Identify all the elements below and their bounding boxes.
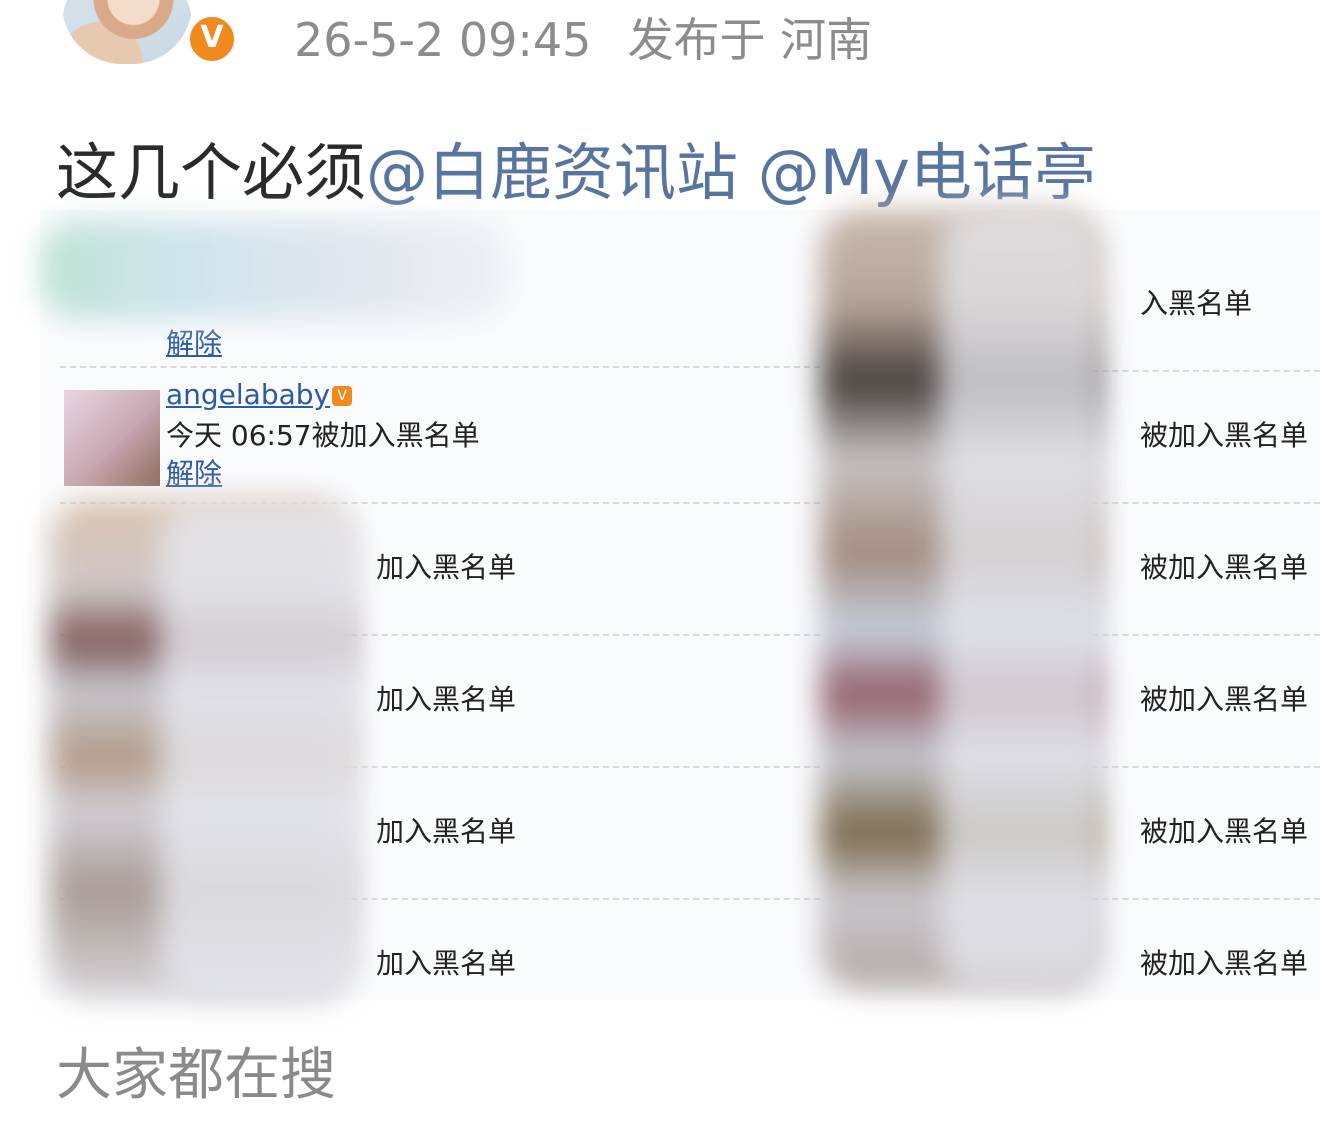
mention-spacer [738, 136, 758, 209]
user-avatar[interactable] [64, 390, 160, 486]
privacy-blur [940, 210, 1100, 990]
blacklist-status: 加入黑名单 [376, 947, 517, 980]
blacklist-row: angelababy V 今天 06:57被加入黑名单 解除 [60, 372, 820, 504]
blacklist-status: 加入黑名单 [376, 551, 517, 584]
post-timestamp: 26-5-2 09:45 [294, 13, 592, 67]
trending-searches-title[interactable]: 大家都在搜 [56, 1030, 336, 1111]
blacklist-status: 被加入黑名单 [1140, 419, 1309, 452]
blacklist-status: 被加入黑名单 [1140, 815, 1309, 848]
author-avatar[interactable] [62, 0, 192, 64]
privacy-blur [160, 500, 360, 1000]
user-name-link[interactable]: angelababy V [166, 378, 353, 411]
privacy-blur [40, 220, 510, 320]
post-location: 发布于 河南 [627, 13, 873, 67]
blacklist-screenshot[interactable]: 解除 angelababy V 今天 06:57被加入黑名单 解除 加入黑名单 加… [40, 210, 1320, 1000]
unblock-link[interactable]: 解除 [166, 452, 222, 492]
row-divider [60, 366, 820, 368]
verified-badge-icon: V [186, 13, 238, 65]
blacklist-status: 今天 06:57被加入黑名单 [166, 419, 480, 452]
blacklist-status: 被加入黑名单 [1140, 551, 1309, 584]
blacklist-status: 加入黑名单 [376, 683, 517, 716]
post-meta: 26-5-2 09:45 发布于 河南 [294, 4, 872, 70]
author-avatar-image [62, 0, 192, 64]
blacklist-status: 被加入黑名单 [1140, 947, 1309, 980]
verified-badge-icon: V [332, 386, 353, 406]
user-name: angelababy [166, 378, 331, 411]
post-text-body: 这几个必须 [56, 136, 367, 209]
unblock-link[interactable]: 解除 [166, 322, 222, 362]
blacklist-status: 被加入黑名单 [1140, 683, 1309, 716]
blacklist-status: 入黑名单 [1140, 287, 1253, 320]
blacklist-status: 加入黑名单 [376, 815, 517, 848]
mention-link[interactable]: @白鹿资讯站 [366, 136, 738, 209]
mention-link[interactable]: @My电话亭 [758, 136, 1096, 209]
post-text: 这几个必须@白鹿资讯站 @My电话亭 [56, 122, 1096, 212]
